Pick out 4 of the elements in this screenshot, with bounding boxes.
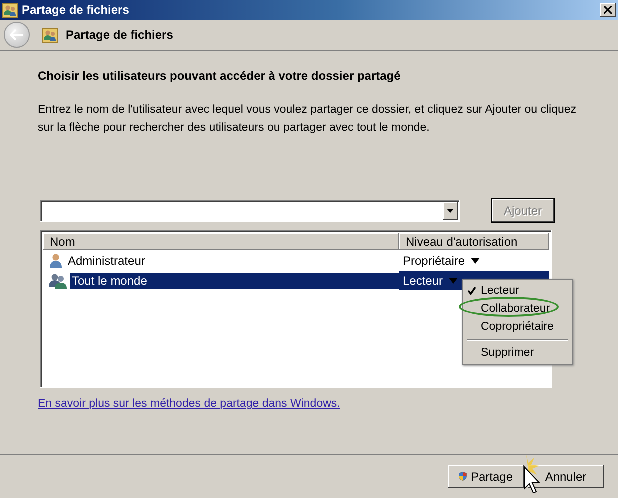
heading: Choisir les utilisateurs pouvant accéder à votre dossier partagé bbox=[38, 69, 402, 83]
window-title: Partage de fichiers bbox=[22, 3, 130, 17]
header-title: Partage de fichiers bbox=[66, 28, 174, 42]
instructions: Entrez le nom de l'utilisateur avec lequel vous voulez partager ce dossier, et cliquez sur Ajouter ou cliquez sur la flèche pour rechercher des utilisateurs ou partager avec tout le monde. bbox=[38, 103, 578, 136]
